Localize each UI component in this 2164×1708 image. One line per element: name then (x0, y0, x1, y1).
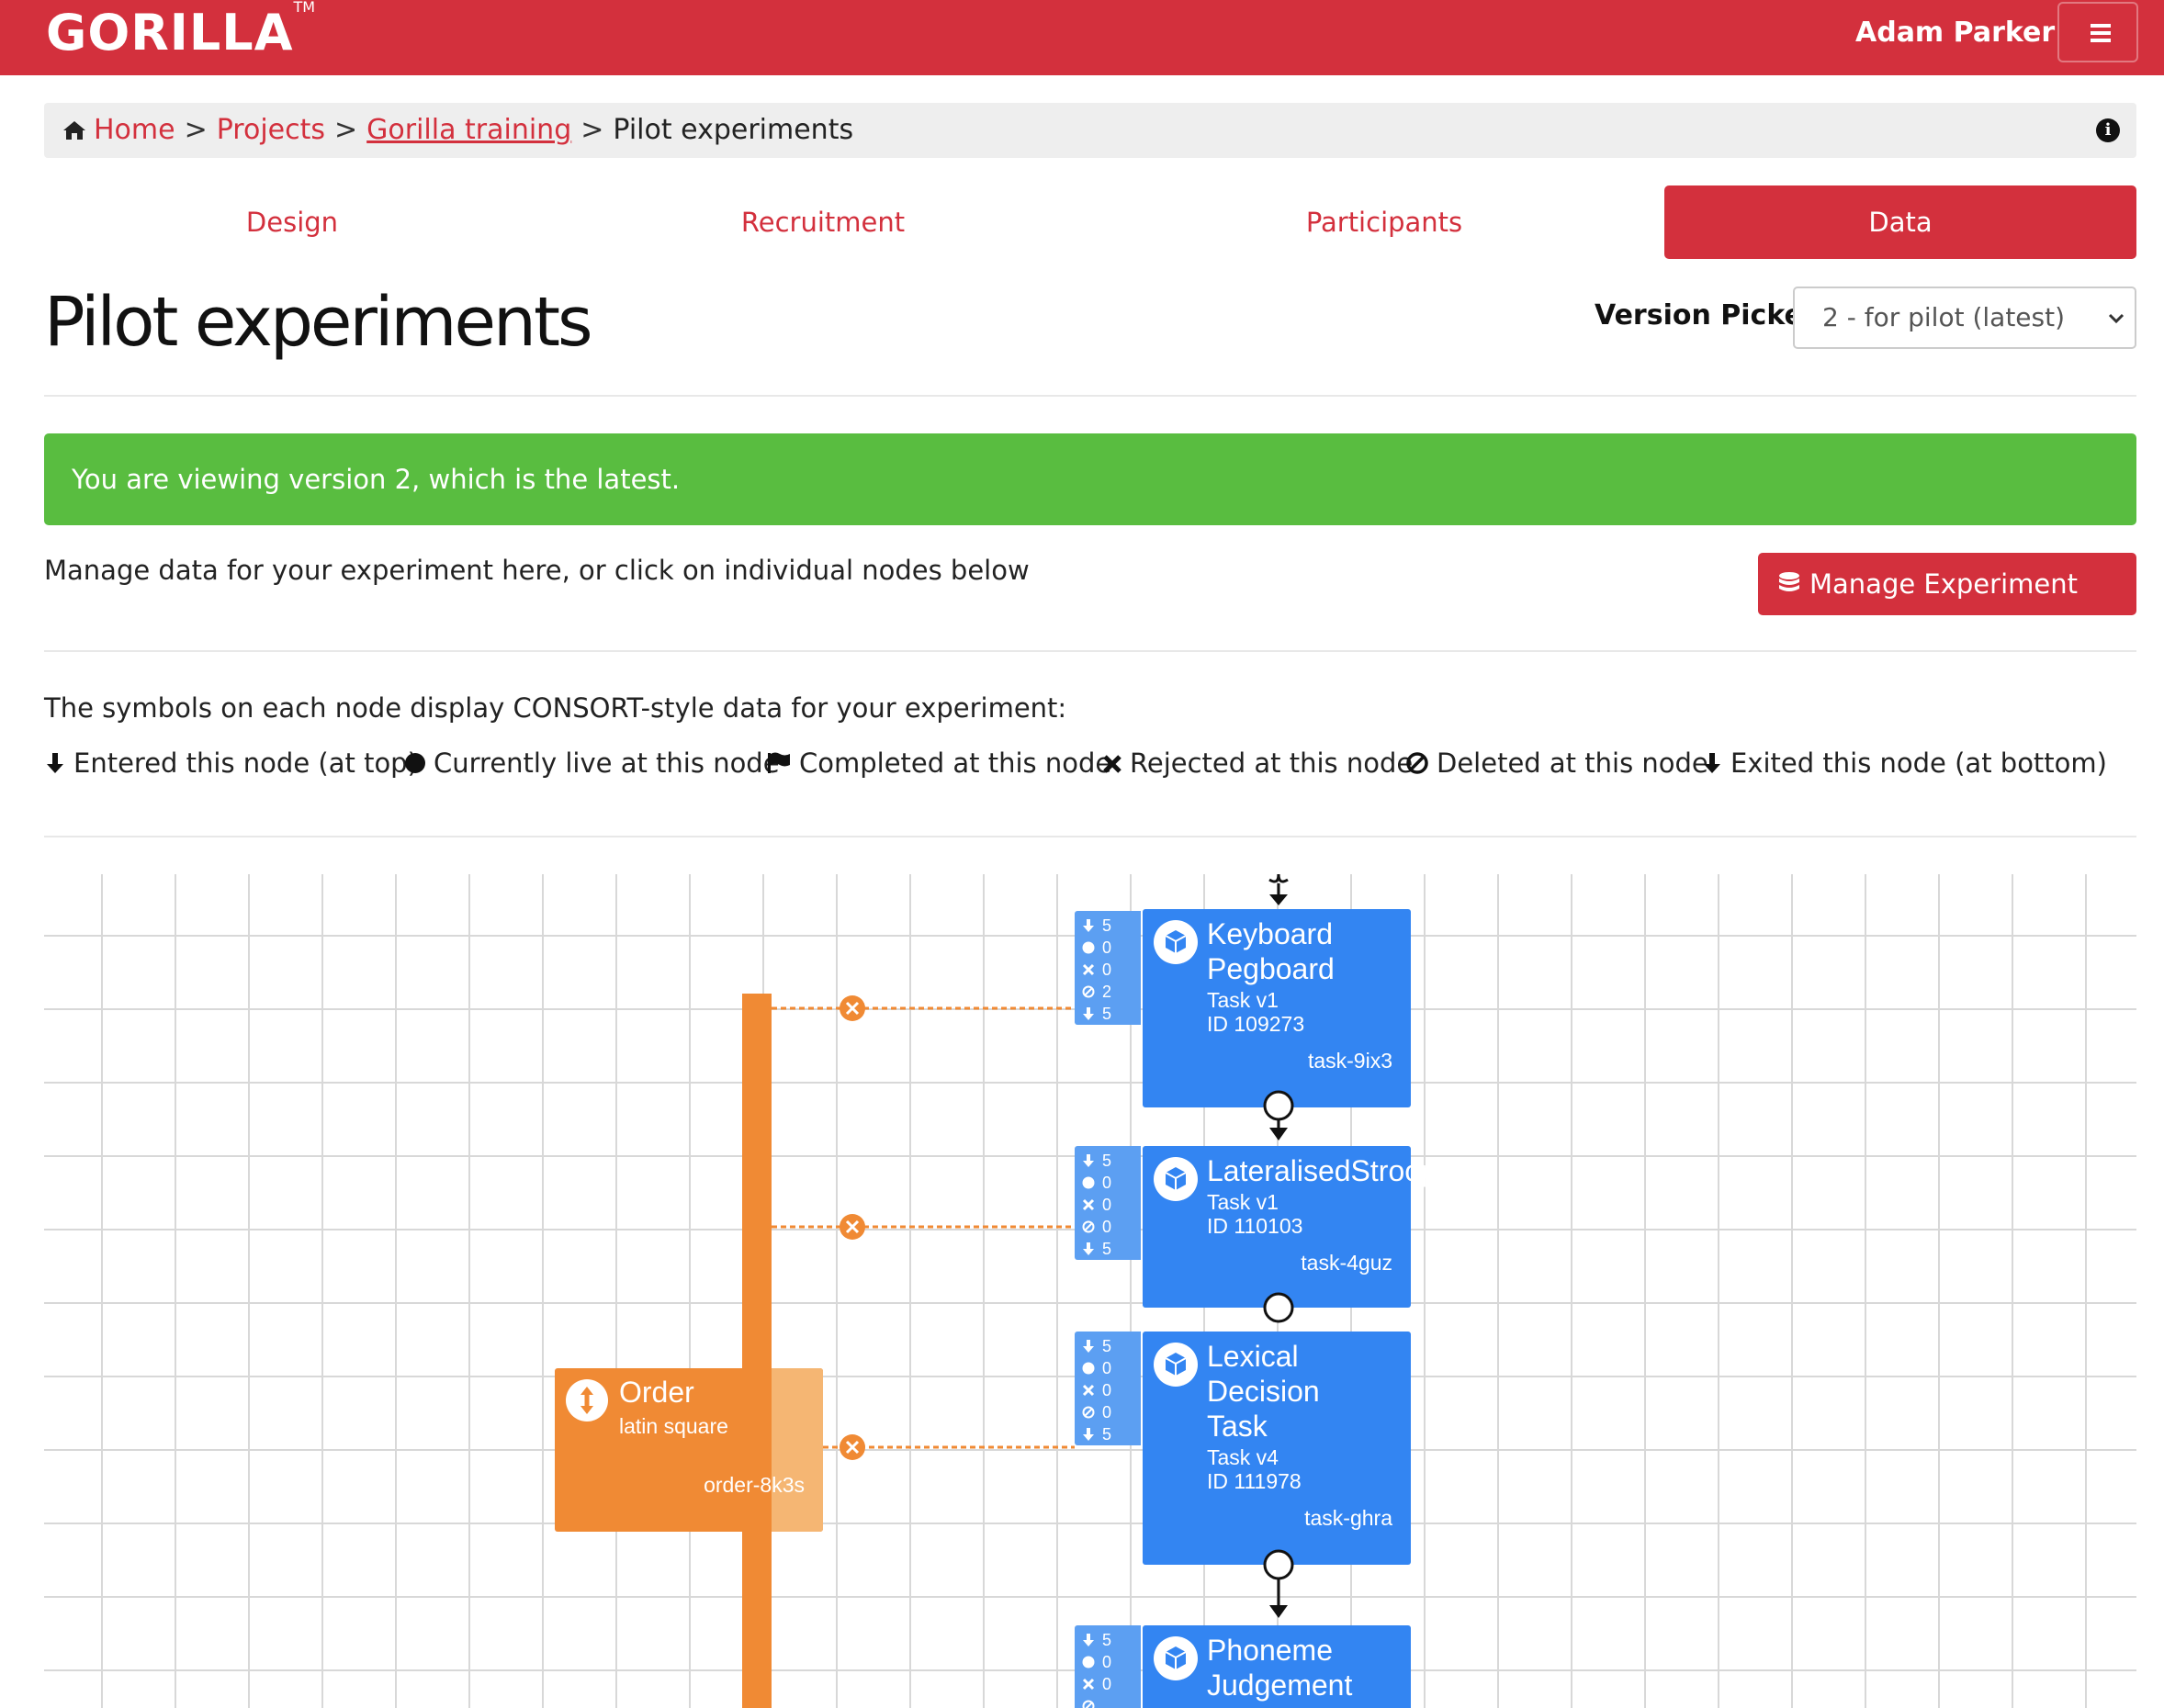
legend-label: Completed at this node (799, 747, 1112, 779)
experiment-tree-canvas[interactable]: Order latin square order-8k3s 5 0 0 2 5 … (44, 874, 2136, 1708)
divider (44, 650, 2136, 652)
gorilla-logo[interactable]: GORILLATM (46, 0, 315, 62)
breadcrumb-separator: > (580, 114, 604, 146)
breadcrumb-separator: > (334, 114, 358, 146)
legend-live: Currently live at this node (404, 747, 780, 779)
arrow-down-icon (47, 753, 63, 773)
hamburger-icon (2091, 24, 2111, 28)
legend-label: Exited this node (at bottom) (1730, 747, 2107, 779)
flag-icon (768, 752, 790, 773)
version-alert: You are viewing version 2, which is the … (44, 433, 2136, 525)
arrow-down-icon (1704, 753, 1720, 773)
hamburger-icon-bar (2091, 31, 2111, 35)
tab-participants[interactable]: Participants (1132, 185, 1637, 259)
tab-recruitment[interactable]: Recruitment (573, 185, 1073, 259)
node-exit-connector[interactable] (1263, 1090, 1294, 1121)
divider (44, 836, 2136, 837)
legend-rejected: Rejected at this node (1102, 747, 1413, 779)
chevron-down-icon (2108, 313, 2125, 324)
legend-deleted: Deleted at this node (1405, 747, 1708, 779)
hamburger-icon-bar (2091, 39, 2111, 42)
legend-intro: The symbols on each node display CONSORT… (44, 692, 1067, 724)
tab-design[interactable]: Design (44, 185, 540, 259)
version-picker-value: 2 - for pilot (latest) (1822, 302, 2066, 332)
home-icon (63, 120, 85, 140)
top-navbar: GORILLATM Adam Parker (0, 0, 2164, 75)
legend-label: Currently live at this node (434, 747, 780, 779)
legend-entered: Entered this node (at top) (44, 747, 418, 779)
trademark-mark: TM (293, 0, 316, 16)
legend-exited: Exited this node (at bottom) (1701, 747, 2107, 779)
manage-button-label: Manage Experiment Data (1809, 568, 2078, 662)
info-icon[interactable]: i (2096, 118, 2120, 142)
node-exit-connector[interactable] (1263, 1549, 1294, 1580)
breadcrumb-home-link[interactable]: Home (94, 114, 175, 146)
node-exit-connectors (1263, 1090, 1294, 1580)
divider (44, 395, 2136, 397)
legend-label: Deleted at this node (1437, 747, 1708, 779)
breadcrumb-projects-link[interactable]: Projects (217, 114, 325, 146)
version-picker-select[interactable]: 2 - for pilot (latest) (1793, 287, 2136, 349)
legend-label: Rejected at this node (1130, 747, 1414, 779)
page-title: Pilot experiments (44, 283, 593, 362)
hamburger-menu-button[interactable] (2057, 2, 2138, 62)
logo-text: GORILLA (46, 4, 294, 62)
breadcrumb-current: Pilot experiments (613, 114, 854, 146)
node-exit-connector[interactable] (1263, 1292, 1294, 1323)
breadcrumb: Home > Projects > Gorilla training > Pil… (44, 103, 2136, 158)
breadcrumb-project-link[interactable]: Gorilla training (366, 114, 571, 146)
times-icon (1103, 755, 1121, 773)
legend-completed: Completed at this node (766, 747, 1111, 779)
breadcrumb-separator: > (184, 114, 208, 146)
ban-icon (1406, 752, 1428, 774)
user-name[interactable]: Adam Parker (1855, 17, 2055, 49)
tab-data[interactable]: Data (1664, 185, 2136, 259)
database-icon (1779, 572, 1799, 591)
manage-description: Manage data for your experiment here, or… (44, 555, 1030, 586)
circle-icon (405, 753, 425, 773)
manage-experiment-data-button[interactable]: Manage Experiment Data (1758, 553, 2136, 662)
legend-label: Entered this node (at top) (73, 747, 418, 779)
